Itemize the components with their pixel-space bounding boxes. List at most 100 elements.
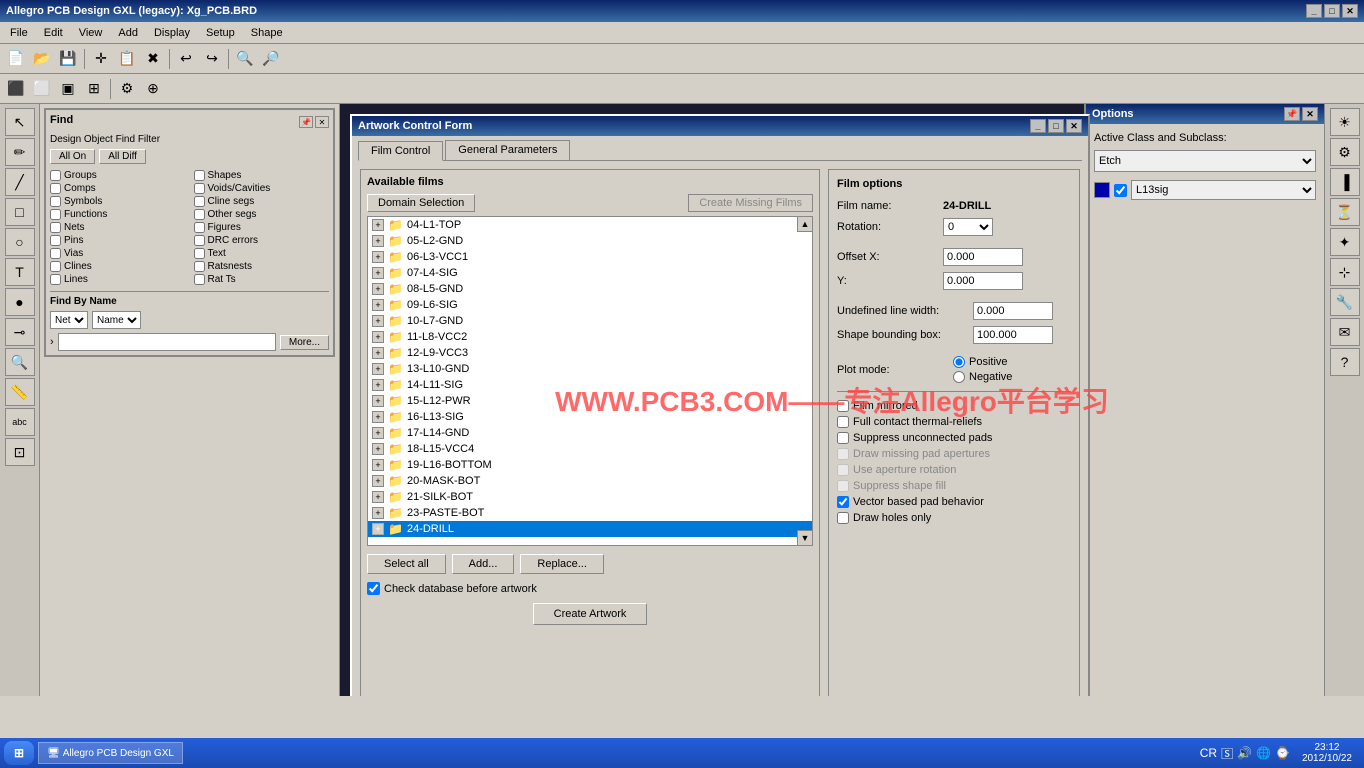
tool-abc[interactable]: abc xyxy=(5,408,35,436)
tb2-btn1[interactable]: ⬛ xyxy=(4,77,28,101)
check-database-checkbox[interactable] xyxy=(367,582,380,595)
cb-full-contact[interactable]: Full contact thermal-reliefs xyxy=(837,416,1071,428)
minimize-button[interactable]: _ xyxy=(1306,4,1322,18)
cb-text[interactable]: Text xyxy=(194,248,330,259)
open-button[interactable]: 📂 xyxy=(30,47,54,71)
right-tool-8[interactable]: ✉ xyxy=(1330,318,1360,346)
tb2-btn5[interactable]: ⚙ xyxy=(115,77,139,101)
cb-ratts[interactable]: Rat Ts xyxy=(194,274,330,285)
right-tool-4[interactable]: ⏳ xyxy=(1330,198,1360,226)
domain-selection-button[interactable]: Domain Selection xyxy=(367,194,475,212)
expand-12[interactable]: + xyxy=(372,411,384,423)
expand-4[interactable]: + xyxy=(372,283,384,295)
name-select[interactable]: Name xyxy=(92,311,141,329)
film-item-12[interactable]: + 📁 16-L13-SIG xyxy=(368,409,812,425)
expand-3[interactable]: + xyxy=(372,267,384,279)
replace-button[interactable]: Replace... xyxy=(520,554,604,574)
delete-button[interactable]: ✖ xyxy=(141,47,165,71)
cb-groups[interactable]: Groups xyxy=(50,170,186,181)
maximize-button[interactable]: □ xyxy=(1324,4,1340,18)
menu-setup[interactable]: Setup xyxy=(200,25,241,41)
cb-ratsnests[interactable]: Ratsnests xyxy=(194,261,330,272)
expand-18[interactable]: + xyxy=(372,507,384,519)
dialog-close[interactable]: ✕ xyxy=(1066,119,1082,133)
all-off-button[interactable]: All Diff xyxy=(99,149,146,164)
close-button[interactable]: ✕ xyxy=(1342,4,1358,18)
radio-positive[interactable]: Positive xyxy=(953,356,1012,368)
tab-general-params[interactable]: General Parameters xyxy=(445,140,570,160)
menu-edit[interactable]: Edit xyxy=(38,25,69,41)
film-item-1[interactable]: + 📁 05-L2-GND xyxy=(368,233,812,249)
right-tool-9[interactable]: ? xyxy=(1330,348,1360,376)
taskbar-allegro[interactable]: 🖥 Allegro PCB Design GXL xyxy=(38,742,183,764)
film-item-3[interactable]: + 📁 07-L4-SIG xyxy=(368,265,812,281)
film-item-16[interactable]: + 📁 20-MASK-BOT xyxy=(368,473,812,489)
tool-misc[interactable]: ⊡ xyxy=(5,438,35,466)
cb-suppress-unconnected[interactable]: Suppress unconnected pads xyxy=(837,432,1071,444)
cb-figures[interactable]: Figures xyxy=(194,222,330,233)
expand-14[interactable]: + xyxy=(372,443,384,455)
expand-5[interactable]: + xyxy=(372,299,384,311)
film-item-10[interactable]: + 📁 14-L11-SIG xyxy=(368,377,812,393)
select-all-button[interactable]: Select all xyxy=(367,554,446,574)
expand-6[interactable]: + xyxy=(372,315,384,327)
film-item-7[interactable]: + 📁 11-L8-VCC2 xyxy=(368,329,812,345)
menu-display[interactable]: Display xyxy=(148,25,196,41)
scroll-up-arrow[interactable]: ▲ xyxy=(797,216,813,232)
film-item-0[interactable]: + 📁 04-L1-TOP xyxy=(368,217,812,233)
right-tool-1[interactable]: ☀ xyxy=(1330,108,1360,136)
tool-line[interactable]: ╱ xyxy=(5,168,35,196)
options-pin[interactable]: 📌 xyxy=(1284,107,1300,121)
right-tool-6[interactable]: ⊹ xyxy=(1330,258,1360,286)
expand-11[interactable]: + xyxy=(372,395,384,407)
cb-symbols[interactable]: Symbols xyxy=(50,196,186,207)
all-on-button[interactable]: All On xyxy=(50,149,95,164)
film-item-11[interactable]: + 📁 15-L12-PWR xyxy=(368,393,812,409)
film-item-13[interactable]: + 📁 17-L14-GND xyxy=(368,425,812,441)
film-item-19-selected[interactable]: + 📁 24-DRILL xyxy=(368,521,812,537)
tool-draw[interactable]: ✏ xyxy=(5,138,35,166)
offset-x-input[interactable]: 0.000 xyxy=(943,248,1023,266)
expand-17[interactable]: + xyxy=(372,491,384,503)
film-item-8[interactable]: + 📁 12-L9-VCC3 xyxy=(368,345,812,361)
right-tool-5[interactable]: ✦ xyxy=(1330,228,1360,256)
find-close[interactable]: ✕ xyxy=(315,116,329,128)
expand-15[interactable]: + xyxy=(372,459,384,471)
options-close[interactable]: ✕ xyxy=(1302,107,1318,121)
film-item-4[interactable]: + 📁 08-L5-GND xyxy=(368,281,812,297)
expand-2[interactable]: + xyxy=(372,251,384,263)
tool-via[interactable]: ● xyxy=(5,288,35,316)
find-text-input[interactable] xyxy=(58,333,276,351)
expand-10[interactable]: + xyxy=(372,379,384,391)
expand-19[interactable]: + xyxy=(372,523,384,535)
cb-vector-based[interactable]: Vector based pad behavior xyxy=(837,496,1071,508)
cb-clines[interactable]: Clines xyxy=(50,261,186,272)
tool-measure[interactable]: 📏 xyxy=(5,378,35,406)
create-missing-films-button[interactable]: Create Missing Films xyxy=(688,194,813,212)
dialog-maximize[interactable]: □ xyxy=(1048,119,1064,133)
cb-lines[interactable]: Lines xyxy=(50,274,186,285)
right-tool-7[interactable]: 🔧 xyxy=(1330,288,1360,316)
expand-13[interactable]: + xyxy=(372,427,384,439)
tab-film-control[interactable]: Film Control xyxy=(358,141,443,161)
cb-film-mirrored[interactable]: Film mirrored xyxy=(837,400,1071,412)
tb2-btn2[interactable]: ⬜ xyxy=(30,77,54,101)
save-button[interactable]: 💾 xyxy=(56,47,80,71)
net-select[interactable]: Net xyxy=(50,311,88,329)
expand-7[interactable]: + xyxy=(372,331,384,343)
tb2-btn3[interactable]: ▣ xyxy=(56,77,80,101)
undef-lw-input[interactable] xyxy=(973,302,1053,320)
scroll-down-arrow[interactable]: ▼ xyxy=(797,530,813,546)
cb-vias[interactable]: Vias xyxy=(50,248,186,259)
film-item-2[interactable]: + 📁 06-L3-VCC1 xyxy=(368,249,812,265)
menu-view[interactable]: View xyxy=(73,25,109,41)
class-select[interactable]: Etch Board Geometry Package Geometry xyxy=(1094,150,1316,172)
tool-rect[interactable]: □ xyxy=(5,198,35,226)
shape-bb-input[interactable] xyxy=(973,326,1053,344)
cb-voids[interactable]: Voids/Cavities xyxy=(194,183,330,194)
add-button[interactable]: Add... xyxy=(452,554,515,574)
film-item-15[interactable]: + 📁 19-L16-BOTTOM xyxy=(368,457,812,473)
cb-nets[interactable]: Nets xyxy=(50,222,186,233)
cb-shapes[interactable]: Shapes xyxy=(194,170,330,181)
cb-drc[interactable]: DRC errors xyxy=(194,235,330,246)
